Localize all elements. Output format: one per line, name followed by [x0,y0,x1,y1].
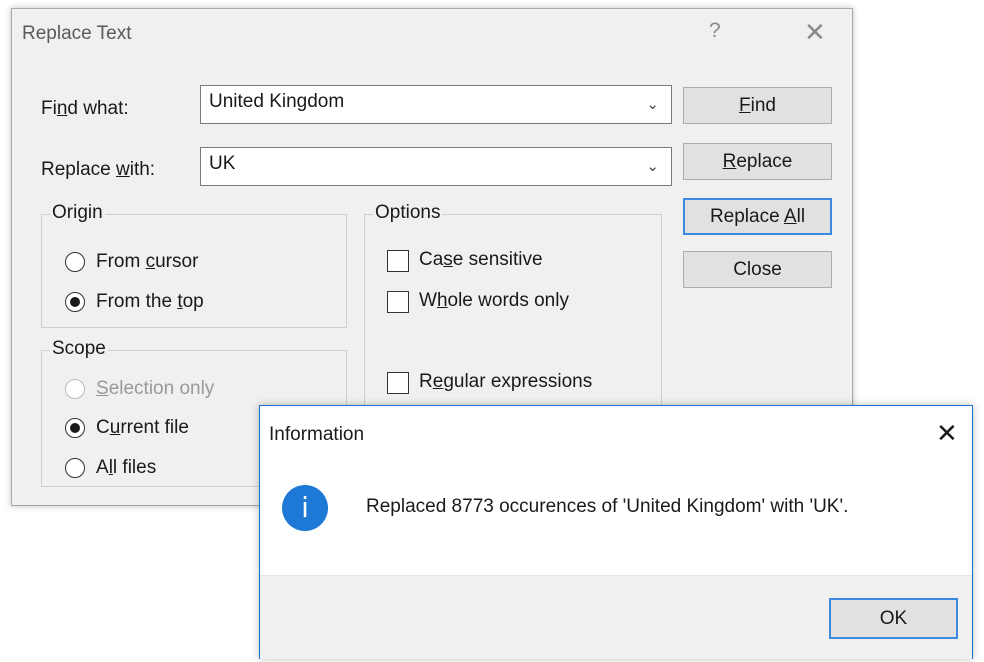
chevron-down-icon[interactable]: ⌄ [646,157,659,175]
find-button[interactable]: Find [683,87,832,124]
replace-with-combobox[interactable]: UK ⌄ [200,147,672,186]
ok-button[interactable]: OK [829,598,958,639]
close-button[interactable]: Close [683,251,832,288]
information-message: Replaced 8773 occurences of 'United King… [366,496,849,517]
find-what-label: Find what: [41,98,129,119]
close-icon[interactable]: ✕ [936,418,958,449]
whole-words-checkbox[interactable] [387,291,409,313]
replace-with-value: UK [209,153,236,174]
options-caption: Options [373,202,443,224]
replace-all-button[interactable]: Replace All [683,198,832,235]
dialog-title: Replace Text [22,23,132,44]
current-file-label[interactable]: Current file [96,417,189,439]
current-file-radio[interactable] [65,418,85,438]
info-icon: i [282,485,328,531]
origin-caption: Origin [50,202,105,224]
information-title: Information [269,424,365,445]
from-the-top-radio[interactable] [65,292,85,312]
whole-words-label[interactable]: Whole words only [419,290,569,312]
regular-expressions-checkbox[interactable] [387,372,409,394]
replace-with-label: Replace with: [41,159,156,180]
all-files-radio[interactable] [65,458,85,478]
dialog-footer: OK [260,575,972,659]
scope-caption: Scope [50,338,108,360]
origin-group: Origin From cursor From the top [41,202,347,328]
regular-expressions-label[interactable]: Regular expressions [419,371,592,393]
replace-button[interactable]: Replace [683,143,832,180]
case-sensitive-checkbox[interactable] [387,250,409,272]
selection-only-radio [65,379,85,399]
find-what-combobox[interactable]: United Kingdom ⌄ [200,85,672,124]
information-dialog: Information ✕ i Replaced 8773 occurences… [259,405,973,659]
from-the-top-label[interactable]: From the top [96,291,204,313]
from-cursor-radio[interactable] [65,252,85,272]
help-icon[interactable]: ? [709,19,721,43]
chevron-down-icon[interactable]: ⌄ [646,95,659,113]
case-sensitive-label[interactable]: Case sensitive [419,249,543,271]
find-what-value: United Kingdom [209,91,345,112]
close-icon[interactable]: ✕ [804,17,826,48]
from-cursor-label[interactable]: From cursor [96,251,198,273]
all-files-label[interactable]: All files [96,457,156,479]
selection-only-label: Selection only [96,378,215,399]
